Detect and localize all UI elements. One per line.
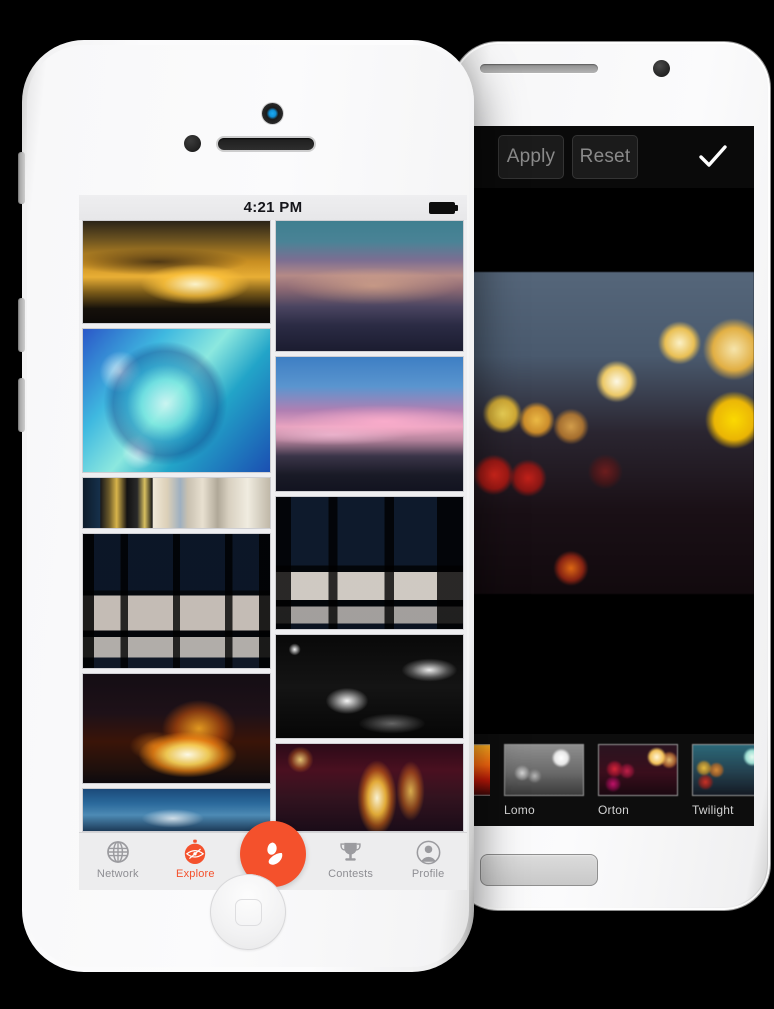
battery-full-icon [429, 201, 458, 214]
photo-grid-left-column [82, 220, 271, 832]
photo-tile-window-interior-dark[interactable] [275, 495, 464, 630]
filter-strip[interactable]: Lomo Orton Twilight [468, 734, 754, 826]
home-button[interactable] [480, 854, 598, 886]
photo-tile-campfire-flames[interactable] [82, 672, 271, 785]
back-phone-device: Apply Reset Lomo Orton Twilight [452, 42, 770, 910]
filter-item-twilight[interactable]: Twilight [692, 744, 754, 817]
filter-item-orton[interactable]: Orton [598, 744, 678, 817]
home-button[interactable] [210, 874, 286, 950]
photo-tile-dark-window-panes[interactable] [82, 532, 271, 669]
volume-down-button[interactable] [18, 378, 25, 432]
tab-contests[interactable]: Contests [312, 838, 390, 880]
volume-up-button[interactable] [18, 298, 25, 352]
photo-tile-black-white-embers[interactable] [275, 633, 464, 740]
tab-explore[interactable]: Explore [157, 838, 235, 880]
status-bar: 4:21 PM [79, 195, 467, 220]
home-square-icon [234, 898, 262, 926]
photo-tile-pink-sky-mountain[interactable] [275, 356, 464, 492]
tab-profile[interactable]: Profile [389, 838, 467, 880]
photo-preview[interactable] [468, 272, 754, 594]
photo-grid[interactable] [79, 220, 467, 832]
trophy-icon [337, 838, 365, 866]
filter-label: Twilight [692, 803, 734, 817]
filter-item-lomo[interactable]: Lomo [504, 744, 584, 817]
tab-label: Contests [328, 868, 374, 880]
photo-grid-right-column [275, 220, 464, 832]
back-phone-screen: Apply Reset Lomo Orton Twilight [468, 126, 754, 826]
front-phone-screen: 4:21 PM Network Explore Contests Profile [79, 195, 467, 890]
tab-network[interactable]: Network [79, 838, 157, 880]
front-phone-device: 4:21 PM Network Explore Contests Profile [18, 40, 474, 972]
front-camera-icon [262, 103, 283, 124]
checkmark-icon[interactable] [696, 140, 730, 174]
apply-button[interactable]: Apply [498, 135, 564, 179]
filter-label: Lomo [504, 803, 535, 817]
front-camera-icon [653, 60, 670, 77]
compass-icon [181, 838, 209, 866]
earpiece-speaker-icon [480, 64, 598, 73]
filter-label: Orton [598, 803, 630, 817]
filter-thumbnail [692, 744, 754, 796]
filter-thumbnail [504, 744, 584, 796]
reset-button[interactable]: Reset [572, 135, 638, 179]
proximity-sensor-icon [184, 135, 201, 152]
tab-label: Network [96, 868, 139, 880]
silent-switch[interactable] [18, 152, 25, 204]
photo-tile-blue-water-scene[interactable] [82, 788, 271, 832]
photo-tile-golden-sunset-clouds[interactable] [82, 220, 271, 324]
photo-tile-blue-glass-lens-abstract[interactable] [82, 327, 271, 474]
tab-label: Profile [411, 868, 445, 880]
tab-bar: Network Explore Contests Profile [79, 821, 467, 890]
person-icon [414, 838, 442, 866]
earpiece-speaker-icon [218, 138, 314, 150]
photo-tile-fire-closeup[interactable] [275, 743, 464, 832]
status-bar-time: 4:21 PM [243, 199, 303, 216]
photo-tile-mountain-dusk-peak[interactable] [275, 220, 464, 353]
scene-root: Apply Reset Lomo Orton Twilight 4:21 PM … [0, 0, 774, 1009]
filter-thumbnail [598, 744, 678, 796]
photo-tile-collage-strip[interactable] [82, 477, 271, 529]
tab-label: Explore [176, 868, 215, 880]
globe-icon [104, 838, 132, 866]
editor-toolbar: Apply Reset [468, 126, 754, 188]
